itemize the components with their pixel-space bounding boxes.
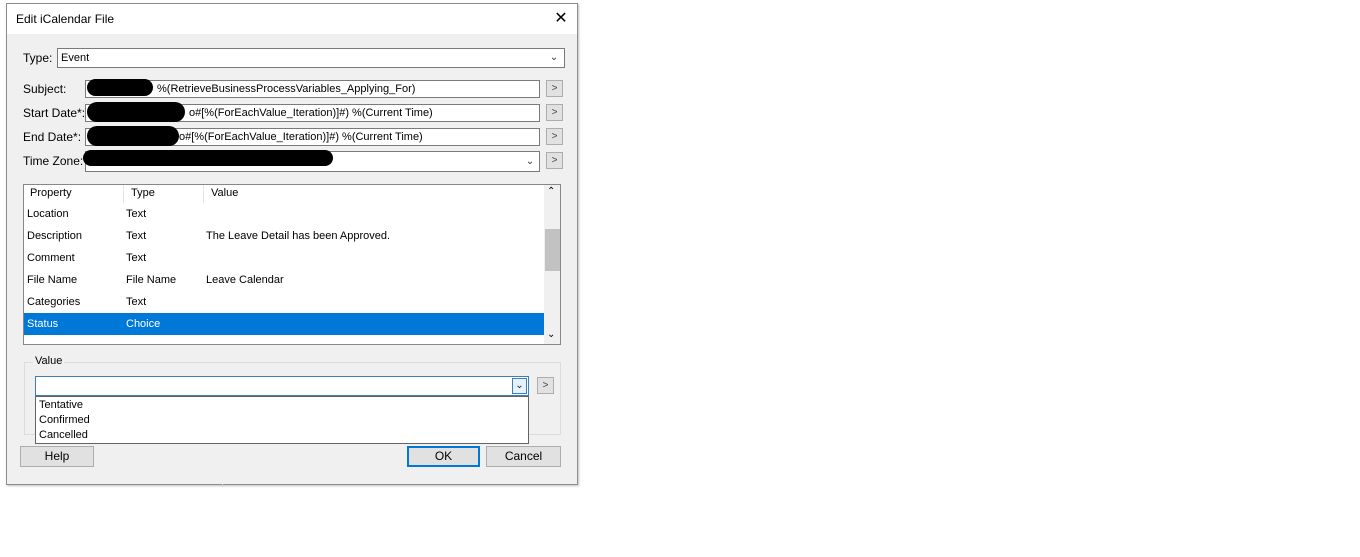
grid-scrollbar[interactable]: ⌃ ⌄: [544, 185, 560, 344]
row-value: The Leave Detail has been Approved.: [206, 230, 391, 242]
row-property: Categories: [27, 296, 81, 308]
scrollbar-thumb[interactable]: [545, 229, 560, 271]
redaction-mark: [87, 79, 153, 96]
property-grid[interactable]: Property Type Value Location Text Descri…: [23, 184, 561, 345]
title-bar: Edit iCalendar File ✕: [7, 4, 577, 34]
redaction-mark: [87, 126, 179, 146]
type-label: Type:: [23, 51, 53, 65]
table-row[interactable]: Categories Text: [24, 291, 544, 313]
chevron-down-icon: ⌄: [549, 52, 559, 63]
table-row[interactable]: Comment Text: [24, 247, 544, 269]
partial-row: [27, 338, 67, 344]
row-property: File Name: [27, 274, 78, 286]
end-date-insert-button[interactable]: >: [546, 128, 563, 145]
subject-insert-button[interactable]: >: [546, 80, 563, 97]
timezone-insert-button[interactable]: >: [546, 152, 563, 169]
start-date-insert-button[interactable]: >: [546, 104, 563, 121]
scroll-up-icon[interactable]: ⌃: [547, 186, 555, 197]
scroll-down-icon[interactable]: ⌄: [547, 329, 555, 340]
chevron-down-icon[interactable]: ⌄: [512, 378, 527, 394]
close-icon[interactable]: ✕: [550, 8, 572, 30]
cancel-button[interactable]: Cancel: [486, 446, 561, 467]
dropdown-option[interactable]: Cancelled: [39, 429, 88, 441]
row-value: Leave Calendar: [206, 274, 284, 286]
value-group-label: Value: [33, 355, 65, 367]
column-header-type[interactable]: Type: [131, 187, 155, 199]
help-button[interactable]: Help: [20, 446, 94, 467]
subject-input[interactable]: %(RetrieveBusinessProcessVariables_Apply…: [85, 80, 540, 98]
timezone-label: Time Zone:: [23, 154, 84, 168]
row-type: Text: [126, 208, 147, 220]
redaction-mark: [83, 150, 333, 166]
row-type: File Name: [126, 274, 177, 286]
chevron-down-icon: ⌄: [525, 156, 535, 167]
dropdown-option[interactable]: Confirmed: [39, 414, 90, 426]
dropdown-option[interactable]: Tentative: [39, 399, 83, 411]
value-dropdown-list[interactable]: Tentative Confirmed Cancelled: [35, 396, 529, 444]
ok-button[interactable]: OK: [407, 446, 480, 467]
subject-label: Subject:: [23, 82, 67, 96]
row-type: Text: [126, 252, 147, 264]
row-property: Description: [27, 230, 83, 242]
row-property: Status: [27, 318, 59, 330]
table-row[interactable]: Description Text The Leave Detail has be…: [24, 225, 544, 247]
row-property: Comment: [27, 252, 75, 264]
row-type: Text: [126, 230, 147, 242]
background-artifact: [222, 484, 223, 487]
value-insert-button[interactable]: >: [537, 377, 554, 394]
type-select[interactable]: Event ⌄: [57, 48, 565, 68]
end-date-label: End Date*:: [23, 130, 82, 144]
table-row-selected[interactable]: Status Choice: [24, 313, 544, 335]
row-type: Choice: [126, 318, 161, 330]
type-value: Event: [61, 52, 90, 64]
redaction-mark: [87, 102, 185, 122]
edit-icalendar-dialog: Edit iCalendar File ✕ Type: Event ⌄ Subj…: [6, 3, 578, 485]
table-row[interactable]: Location Text: [24, 203, 544, 225]
row-type: Text: [126, 296, 147, 308]
column-header-value[interactable]: Value: [211, 187, 238, 199]
table-row[interactable]: File Name File Name Leave Calendar: [24, 269, 544, 291]
start-date-label: Start Date*:: [23, 106, 86, 120]
column-header-property[interactable]: Property: [30, 187, 72, 199]
window-title: Edit iCalendar File: [16, 12, 115, 26]
value-combobox[interactable]: ⌄: [35, 376, 529, 396]
row-property: Location: [27, 208, 69, 220]
